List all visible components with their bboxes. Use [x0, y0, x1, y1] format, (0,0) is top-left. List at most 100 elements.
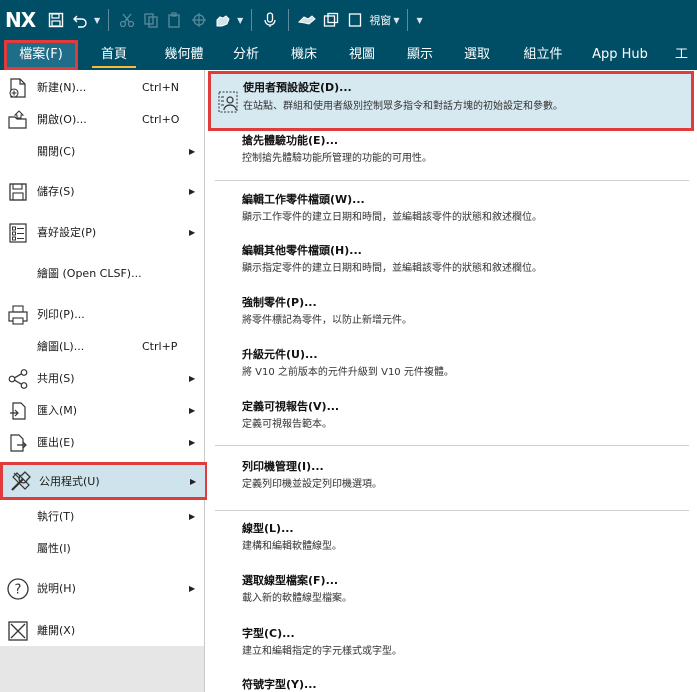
file-menu-footer: [0, 646, 204, 692]
submenu-item-edit-other-part-header[interactable]: 編輯其他零件檔頭(H)... 顯示指定零件的建立日期和時間，並編輯該零件的狀態和…: [207, 242, 697, 282]
menu-item-label: 喜好設定(P): [37, 226, 97, 239]
menu-item-properties[interactable]: 屬性(I): [0, 533, 204, 563]
touch-mode-icon[interactable]: [213, 10, 233, 30]
shortcut-label: Ctrl+O: [142, 112, 180, 126]
submenu-item-line-fonts[interactable]: 線型(L)... 建構和編輯軟體線型。: [207, 520, 697, 560]
submenu-item-select-line-font-file[interactable]: 選取線型檔案(F)... 載入新的軟體線型檔案。: [207, 572, 697, 612]
touch-mode-dropdown-icon[interactable]: ▼: [237, 16, 243, 25]
menu-item-utilities[interactable]: 公用程式(U) ▶: [0, 462, 208, 500]
open-folder-icon: [6, 108, 30, 132]
submenu-item-title: 線型(L)...: [242, 522, 294, 535]
submenu-item-description: 顯示指定零件的建立日期和時間，並編輯該零件的狀態和敘述欄位。: [242, 263, 542, 274]
menu-item-save[interactable]: 儲存(S) ▶: [0, 176, 204, 206]
tab-view[interactable]: 視圖: [342, 40, 382, 70]
submenu-item-title: 符號字型(Y)...: [242, 678, 317, 691]
submenu-item-description: 在站點、群組和使用者級別控制眾多指令和對話方塊的初始設定和參數。: [243, 101, 563, 112]
submenu-arrow-icon: ▶: [189, 405, 196, 415]
window-menu-label[interactable]: 視窗: [369, 12, 391, 28]
submenu-divider: [215, 180, 689, 181]
submenu-divider: [215, 445, 689, 446]
menu-item-label: 離開(X): [37, 624, 76, 637]
tab-display[interactable]: 顯示: [400, 40, 440, 70]
app-logo: NX: [5, 8, 36, 32]
submenu-item-description: 將零件標記為零件，以防止新增元件。: [242, 315, 412, 326]
submenu-arrow-icon: ▶: [189, 186, 196, 196]
print-icon: [6, 303, 30, 327]
submenu-item-upgrade-components[interactable]: 升級元件(U)... 將 V10 之前版本的元件升級到 V10 元件複體。: [207, 346, 697, 386]
submenu-item-edit-work-part-header[interactable]: 編輯工作零件檔頭(W)... 顯示工作零件的建立日期和時間，並編輯該零件的狀態和…: [207, 191, 697, 231]
submenu-item-description: 定義可視報告範本。: [242, 419, 332, 430]
submenu-item-user-defaults[interactable]: 使用者預設設定(D)... 在站點、群組和使用者級別控制眾多指令和對話方塊的初始…: [208, 71, 694, 131]
user-defaults-icon: [218, 91, 238, 113]
submenu-arrow-icon: ▶: [190, 476, 197, 486]
submenu-item-title: 選取線型檔案(F)...: [242, 574, 339, 587]
submenu-item-title: 定義可視報告(V)...: [242, 400, 340, 413]
submenu-arrow-icon: ▶: [189, 511, 196, 521]
menu-item-share[interactable]: 共用(S) ▶: [0, 363, 204, 393]
menu-item-plot[interactable]: 繪圖(L)... Ctrl+P: [0, 331, 204, 361]
undo-icon[interactable]: [70, 10, 90, 30]
submenu-arrow-icon: ▶: [189, 437, 196, 447]
tab-tools[interactable]: 工: [675, 40, 697, 70]
tab-analysis[interactable]: 分析: [226, 40, 266, 70]
submenu-item-description: 控制搶先體驗功能所管理的功能的可用性。: [242, 153, 432, 164]
shortcut-label: Ctrl+P: [142, 339, 178, 353]
menu-item-close[interactable]: 關閉(C) ▶: [0, 136, 204, 166]
import-icon: [6, 399, 30, 423]
submenu-item-title: 強制零件(P)...: [242, 296, 317, 309]
menu-item-label: 儲存(S): [37, 185, 75, 198]
menu-item-print[interactable]: 列印(P)...: [0, 299, 204, 329]
toolbar-separator: [407, 9, 409, 31]
customize-toolbar-icon[interactable]: ▼: [416, 16, 422, 25]
save-icon: [6, 180, 30, 204]
ribbon-tab-row: 檔案(F) 首頁 幾何體 分析 機床 視圖 顯示 選取 組立件 App Hub …: [0, 40, 697, 70]
tab-app-hub[interactable]: App Hub: [587, 40, 653, 70]
submenu-item-description: 將 V10 之前版本的元件升級到 V10 元件複體。: [242, 367, 454, 378]
tab-selection[interactable]: 選取: [457, 40, 497, 70]
window-dropdown-icon[interactable]: ▼: [393, 16, 399, 25]
microphone-icon[interactable]: [260, 10, 280, 30]
tab-assemblies[interactable]: 組立件: [515, 40, 571, 70]
submenu-item-character-fonts[interactable]: 字型(C)... 建立和編輯指定的字元樣式或字型。: [207, 625, 697, 665]
submenu-item-title: 字型(C)...: [242, 627, 295, 640]
tab-file[interactable]: 檔案(F): [4, 40, 78, 70]
menu-item-open[interactable]: 開啟(O)... Ctrl+O: [0, 104, 204, 134]
submenu-item-description: 建立和編輯指定的字元樣式或字型。: [242, 646, 402, 657]
menu-item-label: 屬性(I): [37, 542, 71, 555]
submenu-arrow-icon: ▶: [189, 146, 196, 156]
menu-item-plot-open-clsf[interactable]: 繪圖 (Open CLSF)...: [0, 258, 204, 288]
hand-shake-icon[interactable]: [297, 10, 317, 30]
menu-item-label: 共用(S): [37, 372, 75, 385]
paste-icon: [165, 10, 185, 30]
menu-item-export[interactable]: 匯出(E) ▶: [0, 427, 204, 457]
menu-item-new[interactable]: 新建(N)... Ctrl+N: [0, 72, 204, 102]
menu-item-preferences[interactable]: 喜好設定(P) ▶: [0, 217, 204, 247]
submenu-item-symbol-fonts[interactable]: 符號字型(Y)...: [207, 676, 697, 692]
toolbar-separator: [288, 9, 290, 31]
tab-machine[interactable]: 機床: [284, 40, 324, 70]
submenu-item-force-piece-part[interactable]: 強制零件(P)... 將零件標記為零件，以防止新增元件。: [207, 294, 697, 334]
menu-item-exit[interactable]: 離開(X): [0, 615, 204, 645]
menu-item-label: 公用程式(U): [39, 475, 100, 488]
undo-dropdown-icon[interactable]: ▼: [94, 16, 100, 25]
window-icon[interactable]: [321, 10, 341, 30]
tab-geometry[interactable]: 幾何體: [154, 40, 214, 70]
save-icon[interactable]: [46, 10, 66, 30]
submenu-item-early-access[interactable]: 搶先體驗功能(E)... 控制搶先體驗功能所管理的功能的可用性。: [207, 132, 697, 172]
menu-item-label: 開啟(O)...: [37, 113, 87, 126]
submenu-item-define-visual-report[interactable]: 定義可視報告(V)... 定義可視報告範本。: [207, 398, 697, 438]
menu-item-help[interactable]: ? 說明(H) ▶: [0, 573, 204, 603]
submenu-item-description: 載入新的軟體線型檔案。: [242, 593, 352, 604]
submenu-item-description: 定義列印機並設定列印機選項。: [242, 479, 382, 490]
submenu-item-printer-administration[interactable]: 列印機管理(I)... 定義列印機並設定列印機選項。: [207, 458, 697, 498]
toolbar-separator: [108, 9, 110, 31]
menu-item-execute[interactable]: 執行(T) ▶: [0, 501, 204, 531]
tab-home[interactable]: 首頁: [92, 40, 136, 70]
menu-item-label: 新建(N)...: [37, 81, 87, 94]
menu-item-import[interactable]: 匯入(M) ▶: [0, 395, 204, 425]
window-frame-icon[interactable]: [345, 10, 365, 30]
menu-item-label: 列印(P)...: [37, 308, 85, 321]
menu-item-label: 關閉(C): [37, 145, 76, 158]
export-icon: [6, 431, 30, 455]
help-icon: ?: [6, 577, 30, 601]
